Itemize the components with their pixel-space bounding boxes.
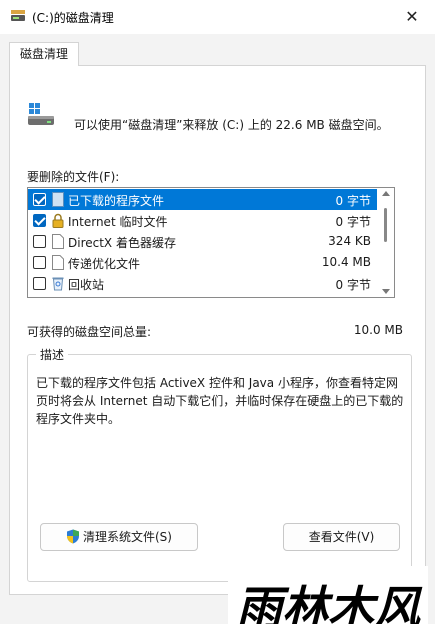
file-icon (52, 255, 64, 270)
description-text: 已下载的程序文件包括 ActiveX 控件和 Java 小程序，你查看特定网页时… (36, 376, 404, 426)
checkbox[interactable] (33, 214, 46, 227)
checkbox[interactable] (33, 277, 46, 290)
file-name: 传递优化文件 (68, 257, 141, 271)
lock-icon (52, 213, 64, 228)
list-item[interactable]: DirectX 着色器缓存 324 KB (28, 231, 377, 252)
title-bar: (C:)的磁盘清理 ✕ (0, 0, 435, 34)
list-item[interactable]: Internet 临时文件 0 字节 (28, 210, 377, 231)
window-body: 磁盘清理 可以使用“磁盘清理”来释放 (C:) 上的 22.6 MB 磁盘空间。… (0, 34, 435, 624)
tab-disk-cleanup[interactable]: 磁盘清理 (9, 42, 80, 66)
disk-cleanup-app-icon (11, 10, 25, 21)
file-size: 0 字节 (335, 278, 371, 292)
file-icon (52, 234, 64, 249)
description-title: 描述 (36, 346, 69, 363)
files-list[interactable]: 已下载的程序文件 0 字节 Internet 临时文件 0 字节 DirectX… (27, 187, 395, 298)
file-size: 324 KB (328, 234, 371, 248)
recycle-bin-icon (52, 277, 64, 291)
ylmf-watermark-logo: 雨林木风 YLMF (228, 566, 428, 624)
view-files-button[interactable]: 查看文件(V) (283, 523, 400, 551)
checkbox[interactable] (33, 256, 46, 269)
scroll-down-icon[interactable] (382, 289, 390, 294)
clean-system-files-button[interactable]: 清理系统文件(S) (40, 523, 198, 551)
space-gained-label: 可获得的磁盘空间总量: (27, 325, 152, 339)
file-name: 已下载的程序文件 (68, 194, 165, 208)
file-size: 0 字节 (335, 215, 371, 229)
file-name: 回收站 (68, 278, 105, 292)
window-title: (C:)的磁盘清理 (32, 11, 114, 25)
scroll-up-icon[interactable] (382, 191, 390, 196)
drive-icon (28, 103, 54, 125)
main-panel: 可以使用“磁盘清理”来释放 (C:) 上的 22.6 MB 磁盘空间。 要删除的… (9, 65, 426, 595)
file-size: 0 字节 (335, 194, 371, 208)
list-scrollbar[interactable] (378, 188, 394, 297)
checkbox[interactable] (33, 193, 46, 206)
list-item[interactable]: 传递优化文件 10.4 MB (28, 252, 377, 273)
files-to-delete-label: 要删除的文件(F): (27, 170, 120, 184)
close-button[interactable]: ✕ (389, 0, 435, 34)
close-icon: ✕ (405, 7, 419, 26)
folder-icon (52, 192, 64, 207)
uac-shield-icon (67, 529, 79, 543)
list-item[interactable]: 回收站 0 字节 (28, 273, 377, 294)
checkbox[interactable] (33, 235, 46, 248)
file-size: 10.4 MB (321, 255, 371, 269)
list-item[interactable]: 已下载的程序文件 0 字节 (28, 189, 377, 210)
scroll-thumb[interactable] (384, 208, 387, 242)
summary-text: 可以使用“磁盘清理”来释放 (C:) 上的 22.6 MB 磁盘空间。 (74, 118, 389, 132)
space-gained-value: 10.0 MB (353, 323, 403, 337)
file-name: DirectX 着色器缓存 (68, 236, 176, 250)
file-name: Internet 临时文件 (68, 215, 168, 229)
svg-text:雨林木风: 雨林木风 (236, 581, 423, 624)
clean-system-files-label: 清理系统文件(S) (83, 530, 172, 544)
